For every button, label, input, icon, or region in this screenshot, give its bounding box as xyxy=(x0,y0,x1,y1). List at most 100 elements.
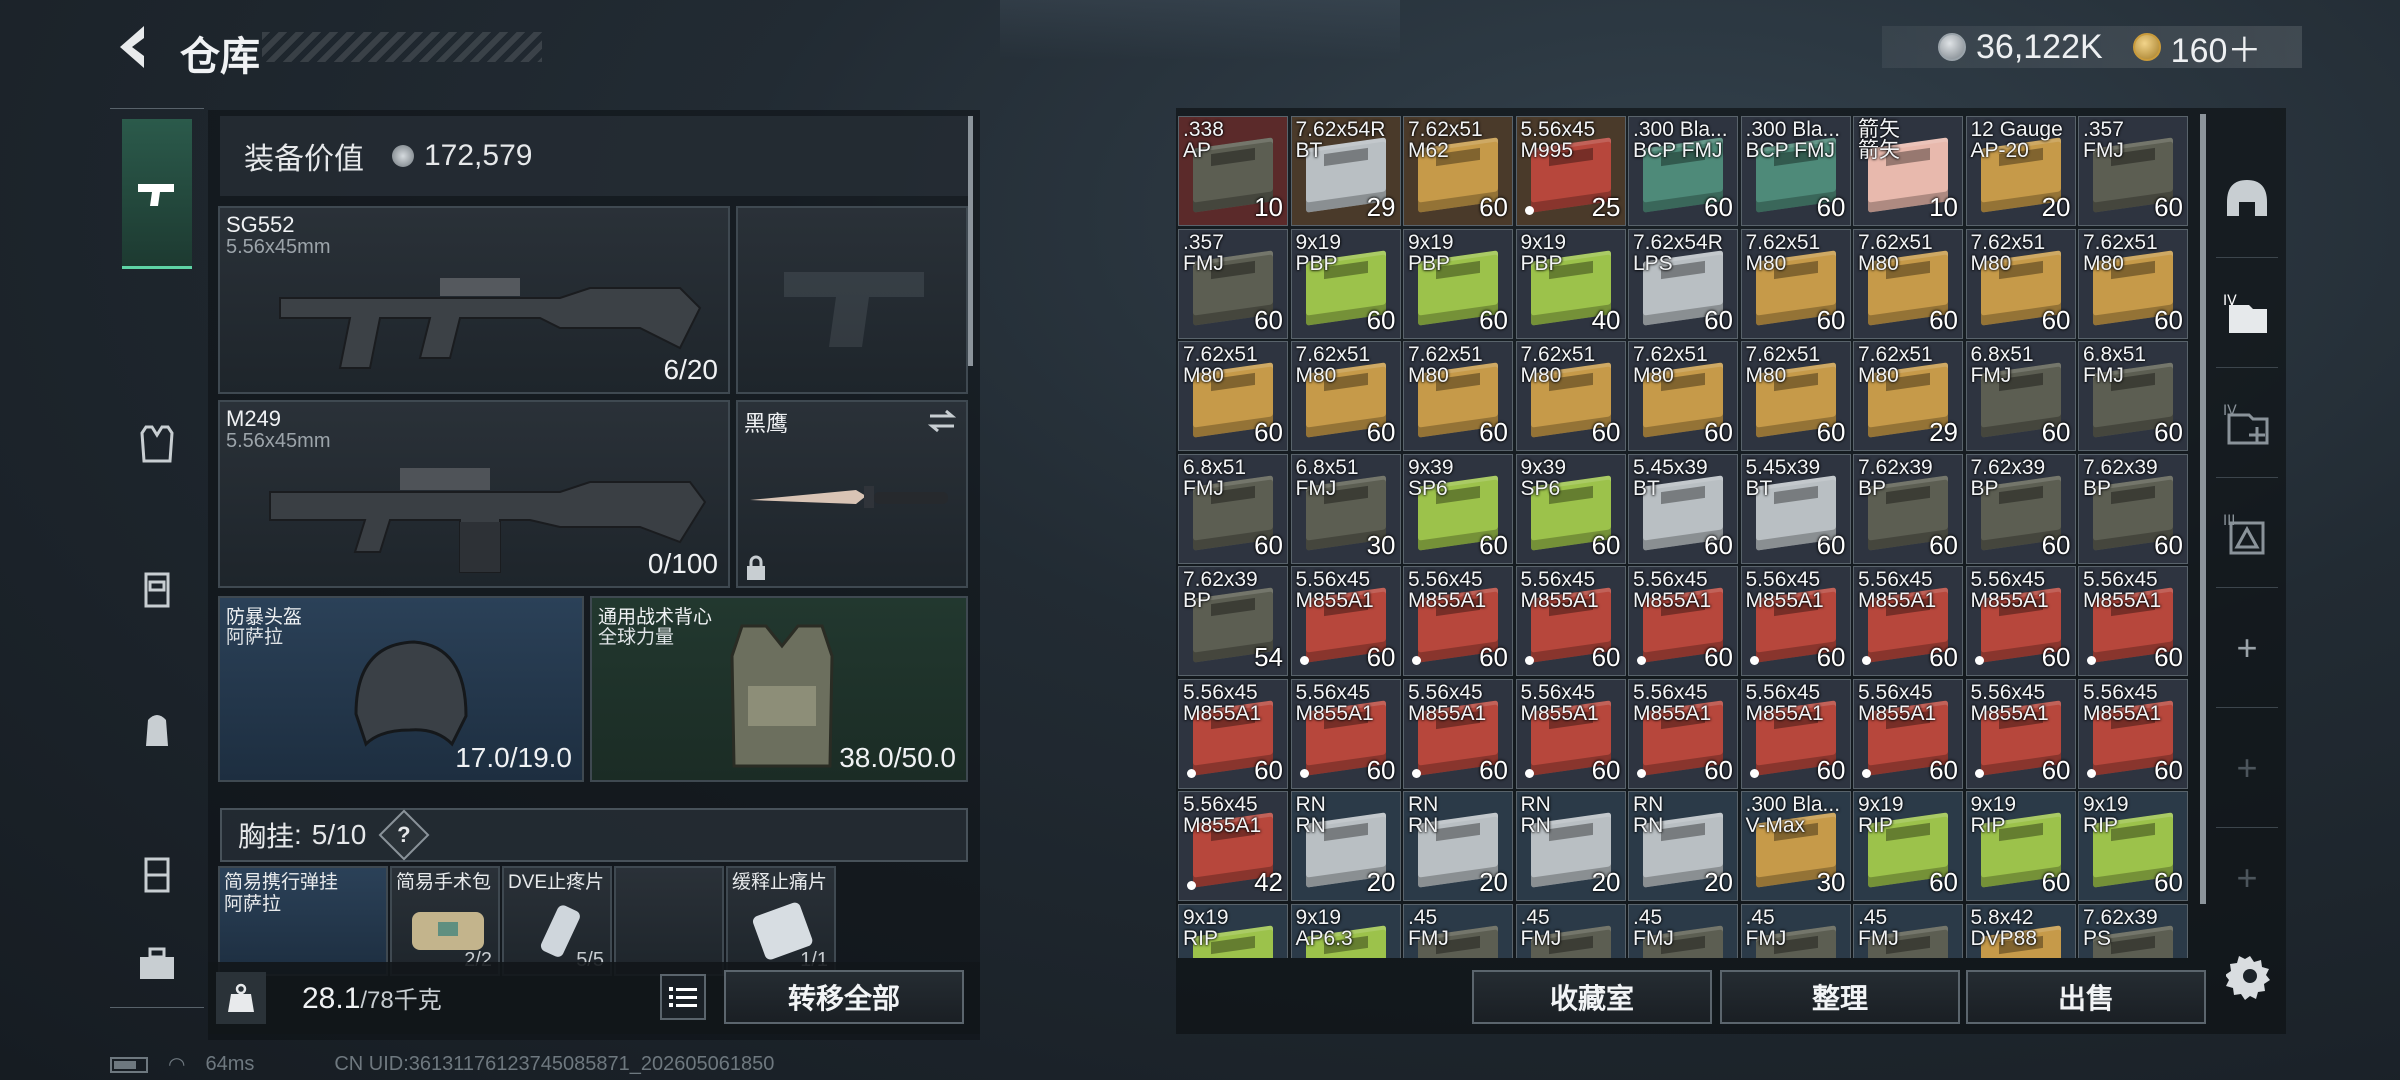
settings-gear-icon[interactable] xyxy=(2226,952,2274,1000)
chest-item-empty[interactable] xyxy=(614,866,724,976)
inventory-cell[interactable]: 5.56x45 M855A1 60 xyxy=(1290,678,1401,789)
transfer-all-button[interactable]: 转移全部 xyxy=(724,970,964,1024)
inventory-cell[interactable]: 9x39 SP6 60 xyxy=(1515,453,1626,564)
inventory-cell[interactable]: 9x19 RIP 60 xyxy=(1853,791,1963,901)
inventory-cell[interactable]: 5.45x39 BT 60 xyxy=(1628,453,1738,564)
inventory-cell[interactable]: 5.56x45 M855A1 60 xyxy=(2078,566,2188,676)
inventory-cell[interactable]: 5.56x45 M855A1 60 xyxy=(1290,566,1401,676)
inventory-cell[interactable]: .45 FMJ xyxy=(1628,903,1738,958)
inventory-cell[interactable]: 5.56x45 M855A1 60 xyxy=(1965,566,2076,676)
add-storage-button[interactable]: + xyxy=(2216,588,2278,708)
sidearm-slot-empty[interactable] xyxy=(736,206,968,394)
inventory-cell[interactable]: 5.56x45 M855A1 60 xyxy=(1403,678,1513,789)
tab-storage-iv-add[interactable]: IV xyxy=(2216,368,2278,478)
inventory-cell[interactable]: 9x19 RIP xyxy=(1178,903,1288,958)
inventory-cell[interactable]: 7.62x51 M80 29 xyxy=(1853,341,1963,451)
inventory-cell[interactable]: RN RN 20 xyxy=(1515,791,1626,901)
chest-item-slow-release[interactable]: 缓释止痛片 1/1 xyxy=(726,866,836,976)
inventory-cell[interactable]: 7.62x39 BP 60 xyxy=(1965,453,2076,564)
primary-weapon-slot[interactable]: SG552 5.56x45mm 6/20 xyxy=(218,206,730,394)
inventory-cell[interactable]: 9x19 PBP 60 xyxy=(1290,228,1401,339)
tab-chest-rig[interactable] xyxy=(122,544,192,634)
inventory-cell[interactable]: 5.56x45 M855A1 60 xyxy=(2078,678,2188,789)
inventory-cell[interactable]: 5.56x45 M855A1 42 xyxy=(1178,791,1288,901)
inventory-cell[interactable]: 9x19 RIP 60 xyxy=(1965,791,2076,901)
inventory-cell[interactable]: 7.62x51 M80 60 xyxy=(1515,341,1626,451)
tab-storage-iii[interactable]: III xyxy=(2216,478,2278,588)
inventory-cell[interactable]: .300 Bla... BCP FMJ 60 xyxy=(1628,116,1738,226)
inventory-cell[interactable]: .338 AP 10 xyxy=(1178,116,1288,226)
inventory-cell[interactable]: 5.56x45 M855A1 60 xyxy=(1178,678,1288,789)
inventory-cell[interactable]: 7.62x39 PS xyxy=(2078,903,2188,958)
inventory-cell[interactable]: 7.62x51 M80 60 xyxy=(2078,228,2188,339)
inventory-cell[interactable]: 7.62x54R LPS 60 xyxy=(1628,228,1738,339)
inventory-cell[interactable]: 5.56x45 M855A1 60 xyxy=(1515,566,1626,676)
inventory-cell[interactable]: 7.62x39 BP 54 xyxy=(1178,566,1288,676)
inventory-cell[interactable]: 7.62x51 M80 60 xyxy=(1853,228,1963,339)
help-icon[interactable]: ? xyxy=(378,809,430,861)
inventory-cell[interactable]: 7.62x39 BP 60 xyxy=(2078,453,2188,564)
list-view-button[interactable] xyxy=(660,974,706,1020)
loadout-scrollbar[interactable] xyxy=(968,116,973,366)
inventory-cell[interactable]: .300 Bla... BCP FMJ 60 xyxy=(1740,116,1851,226)
inventory-cell[interactable]: RN RN 20 xyxy=(1403,791,1513,901)
inventory-cell[interactable]: 6.8x51 FMJ 30 xyxy=(1290,453,1401,564)
inventory-cell[interactable]: .45 FMJ xyxy=(1740,903,1851,958)
tab-armor[interactable] xyxy=(122,399,192,489)
inventory-cell[interactable]: 7.62x51 M80 60 xyxy=(1628,341,1738,451)
inventory-cell[interactable]: 9x19 RIP 60 xyxy=(2078,791,2188,901)
inventory-cell[interactable]: 7.62x51 M80 60 xyxy=(1290,341,1401,451)
inventory-cell[interactable]: 7.62x51 M80 60 xyxy=(1178,341,1288,451)
inventory-cell[interactable]: RN RN 20 xyxy=(1290,791,1401,901)
gold-amount[interactable]: 160＋ xyxy=(2171,23,2262,72)
inventory-cell[interactable]: 7.62x54R BT 29 xyxy=(1290,116,1401,226)
inventory-cell[interactable]: .45 FMJ xyxy=(1515,903,1626,958)
chest-item-painkiller[interactable]: DVE止疼片 5/5 xyxy=(502,866,612,976)
inventory-cell[interactable]: .357 FMJ 60 xyxy=(2078,116,2188,226)
inventory-cell[interactable]: 5.8x42 DVP88 xyxy=(1965,903,2076,958)
inventory-cell[interactable]: 5.56x45 M855A1 60 xyxy=(1965,678,2076,789)
inventory-cell[interactable]: .357 FMJ 60 xyxy=(1178,228,1288,339)
storage-scrollbar[interactable] xyxy=(2200,114,2206,904)
swap-icon[interactable] xyxy=(926,408,958,434)
inventory-cell[interactable]: 6.8x51 FMJ 60 xyxy=(1178,453,1288,564)
inventory-cell[interactable]: .45 FMJ xyxy=(1853,903,1963,958)
inventory-cell[interactable]: 7.62x51 M80 60 xyxy=(1403,341,1513,451)
inventory-cell[interactable]: 9x19 PBP 40 xyxy=(1515,228,1626,339)
helmet-slot[interactable]: 防暴头盔 阿萨拉 17.0/19.0 xyxy=(218,596,584,782)
chest-item-rig[interactable]: 简易携行弹挂 阿萨拉 xyxy=(218,866,388,976)
inventory-cell[interactable]: 5.56x45 M855A1 60 xyxy=(1628,566,1738,676)
inventory-cell[interactable]: 6.8x51 FMJ 60 xyxy=(1965,341,2076,451)
vest-slot[interactable]: 通用战术背心 全球力量 38.0/50.0 xyxy=(590,596,968,782)
inventory-cell[interactable]: 5.56x45 M855A1 60 xyxy=(1740,566,1851,676)
back-arrow-icon[interactable] xyxy=(112,22,158,72)
tab-backpack[interactable] xyxy=(122,684,192,774)
inventory-cell[interactable]: 7.62x51 M80 60 xyxy=(1740,341,1851,451)
inventory-cell[interactable]: 7.62x51 M80 60 xyxy=(1740,228,1851,339)
melee-slot[interactable]: 黑鹰 xyxy=(736,400,968,588)
inventory-cell[interactable]: .300 Bla... V-Max 30 xyxy=(1740,791,1851,901)
collection-button[interactable]: 收藏室 xyxy=(1472,970,1712,1024)
inventory-cell[interactable]: 5.56x45 M855A1 60 xyxy=(1853,566,1963,676)
tab-case[interactable] xyxy=(122,829,192,919)
inventory-cell[interactable]: 9x39 SP6 60 xyxy=(1403,453,1513,564)
organize-button[interactable]: 整理 xyxy=(1720,970,1960,1024)
sell-button[interactable]: 出售 xyxy=(1966,970,2206,1024)
inventory-cell[interactable]: 12 Gauge AP-20 20 xyxy=(1965,116,2076,226)
inventory-cell[interactable]: 7.62x39 BP 60 xyxy=(1853,453,1963,564)
inventory-cell[interactable]: 5.56x45 M995 25 xyxy=(1515,116,1626,226)
inventory-cell[interactable]: 5.56x45 M855A1 60 xyxy=(1403,566,1513,676)
inventory-cell[interactable]: 9x19 AP6.3 xyxy=(1290,903,1401,958)
tab-weapons[interactable] xyxy=(122,119,192,269)
inventory-cell[interactable]: 9x19 PBP 60 xyxy=(1403,228,1513,339)
inventory-cell[interactable]: RN RN 20 xyxy=(1628,791,1738,901)
inventory-cell[interactable]: 5.56x45 M855A1 60 xyxy=(1628,678,1738,789)
inventory-cell[interactable]: 5.45x39 BT 60 xyxy=(1740,453,1851,564)
inventory-cell[interactable]: 6.8x51 FMJ 60 xyxy=(2078,341,2188,451)
inventory-cell[interactable]: 5.56x45 M855A1 60 xyxy=(1515,678,1626,789)
inventory-cell[interactable]: .45 FMJ xyxy=(1403,903,1513,958)
inventory-cell[interactable]: 5.56x45 M855A1 60 xyxy=(1853,678,1963,789)
secondary-weapon-slot[interactable]: M249 5.56x45mm 0/100 xyxy=(218,400,730,588)
inventory-cell[interactable]: 7.62x51 M80 60 xyxy=(1965,228,2076,339)
chest-item-surgery-kit[interactable]: 简易手术包 2/2 xyxy=(390,866,500,976)
